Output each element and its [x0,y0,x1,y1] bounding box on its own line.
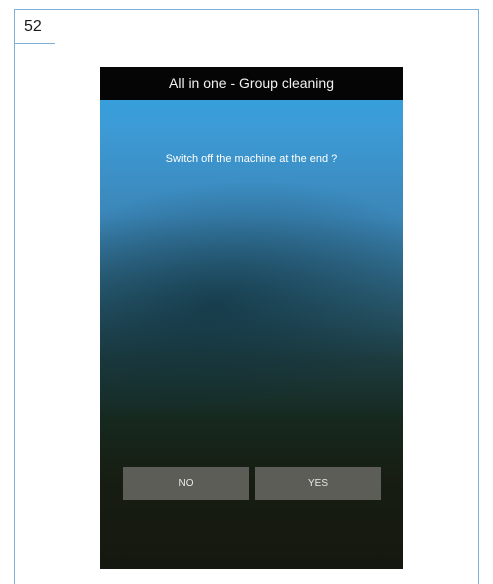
no-button[interactable]: NO [123,467,249,500]
page-number: 52 [14,9,55,44]
confirmation-prompt: Switch off the machine at the end ? [165,153,338,165]
phone-screen: All in one - Group cleaning Switch off t… [100,67,403,569]
yes-button[interactable]: YES [255,467,381,500]
screen-title: All in one - Group cleaning [100,67,403,100]
